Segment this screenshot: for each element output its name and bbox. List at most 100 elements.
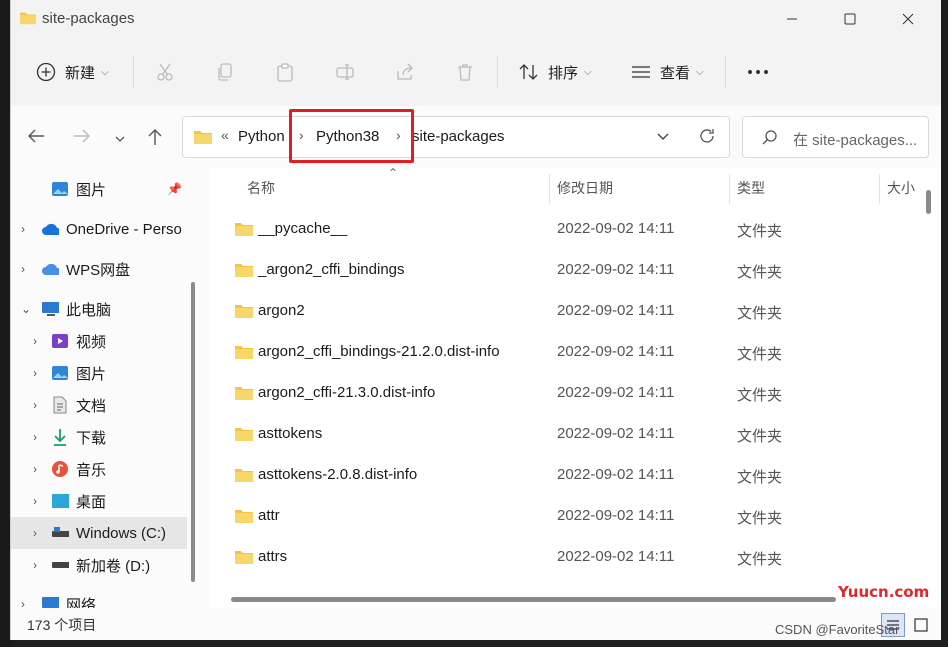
drive-d-icon: [51, 556, 69, 574]
new-button[interactable]: 新建 ⌵: [35, 38, 109, 106]
drive-c-icon: [51, 524, 69, 542]
view-label: 查看: [660, 64, 691, 82]
file-row[interactable]: argon2_cffi-21.3.0.dist-info 2022-09-02 1…: [209, 373, 925, 413]
file-row[interactable]: argon2 2022-09-02 14:11 文件夹: [209, 291, 925, 331]
chevron-right-icon[interactable]: ›: [33, 334, 37, 348]
forward-button[interactable]: [73, 128, 91, 149]
chevron-right-icon[interactable]: ›: [33, 398, 37, 412]
sidebar-item-network[interactable]: › 网络: [11, 588, 187, 609]
file-list-vertical-scrollbar[interactable]: [926, 190, 931, 214]
view-button[interactable]: 查看 ⌵: [630, 38, 704, 106]
sidebar-item-music[interactable]: › 音乐: [11, 453, 187, 485]
sidebar-item-desktop[interactable]: › 桌面: [11, 485, 187, 517]
sort-ascending-icon: ⌃: [388, 166, 399, 180]
navigation-pane: 图片 📌 › OneDrive - Perso › WPS网盘 ⌄ 此电脑 › …: [11, 168, 187, 608]
sidebar-item-pictures-pinned[interactable]: 图片 📌: [11, 173, 187, 205]
file-name: __pycache__: [258, 220, 348, 237]
refresh-button[interactable]: [698, 127, 716, 148]
tiles-view-icon: [914, 618, 928, 632]
folder-icon: [235, 223, 253, 236]
column-divider[interactable]: [549, 174, 550, 204]
column-header-date[interactable]: 修改日期: [557, 178, 613, 198]
file-explorer-window: site-packages 新建 ⌵ 排序 ⌵ 查看 ⌵ « Python › …: [10, 0, 941, 640]
cut-button[interactable]: [154, 38, 176, 106]
documents-icon: [51, 396, 69, 414]
file-type: 文件夹: [737, 223, 783, 240]
search-box[interactable]: 在 site-packages...: [742, 116, 929, 158]
file-row[interactable]: argon2_cffi_bindings-21.2.0.dist-info 202…: [209, 332, 925, 372]
pin-icon[interactable]: 📌: [167, 182, 182, 196]
file-row[interactable]: __pycache__ 2022-09-02 14:11 文件夹: [209, 209, 925, 249]
minimize-button[interactable]: [763, 0, 821, 38]
file-date: 2022-09-02 14:11: [557, 466, 675, 483]
chevron-down-icon[interactable]: ⌄: [21, 302, 31, 316]
sidebar-item-wps-cloud[interactable]: › WPS网盘: [11, 253, 187, 285]
sort-label: 排序: [548, 64, 579, 82]
column-header-size[interactable]: 大小: [887, 178, 915, 198]
sidebar-item-drive-d[interactable]: › 新加卷 (D:): [11, 549, 187, 581]
file-row[interactable]: attrs 2022-09-02 14:11 文件夹: [209, 537, 925, 577]
share-button[interactable]: [394, 38, 416, 106]
list-view-icon: [630, 61, 652, 83]
close-button[interactable]: [879, 0, 937, 38]
file-name: argon2: [258, 302, 305, 319]
maximize-button[interactable]: [821, 0, 879, 38]
chevron-right-icon[interactable]: ›: [33, 526, 37, 540]
column-divider[interactable]: [729, 174, 730, 204]
sidebar-item-onedrive[interactable]: › OneDrive - Perso: [11, 213, 187, 245]
onedrive-icon: [41, 220, 59, 238]
sidebar-item-documents[interactable]: › 文档: [11, 389, 187, 421]
folder-icon: [235, 387, 253, 400]
chevron-right-icon[interactable]: ›: [33, 366, 37, 380]
column-header-name[interactable]: 名称: [247, 178, 275, 198]
column-header-type[interactable]: 类型: [737, 178, 765, 198]
file-list-horizontal-scrollbar[interactable]: [231, 597, 836, 602]
sort-button[interactable]: 排序 ⌵: [518, 38, 592, 106]
refresh-icon: [700, 129, 714, 143]
toolbar-divider: [497, 56, 498, 88]
videos-icon: [51, 332, 69, 350]
file-date: 2022-09-02 14:11: [557, 220, 675, 237]
sidebar-item-videos[interactable]: › 视频: [11, 325, 187, 357]
delete-button[interactable]: [454, 38, 476, 106]
chevron-right-icon[interactable]: ›: [33, 462, 37, 476]
file-row[interactable]: _argon2_cffi_bindings 2022-09-02 14:11 文件夹: [209, 250, 925, 290]
sidebar-item-this-pc[interactable]: ⌄ 此电脑: [11, 293, 187, 325]
item-count: 173 个项目: [27, 617, 97, 633]
file-type: 文件夹: [737, 510, 783, 527]
sidebar-item-downloads[interactable]: › 下载: [11, 421, 187, 453]
file-row[interactable]: asttokens-2.0.8.dist-info 2022-09-02 14:1…: [209, 455, 925, 495]
more-options-button[interactable]: [747, 38, 769, 106]
file-date: 2022-09-02 14:11: [557, 384, 675, 401]
rename-button[interactable]: [334, 38, 356, 106]
folder-icon: [194, 131, 212, 144]
chevron-right-icon[interactable]: ›: [21, 597, 25, 608]
recent-locations-button[interactable]: [114, 129, 126, 150]
sidebar-item-drive-c[interactable]: › Windows (C:): [11, 517, 187, 549]
chevron-right-icon[interactable]: ›: [21, 222, 25, 236]
tiles-view-button[interactable]: [909, 613, 933, 637]
overflow-chevron-icon[interactable]: «: [221, 127, 229, 143]
breadcrumb-python[interactable]: Python: [238, 128, 285, 145]
breadcrumb-site-packages[interactable]: site-packages: [412, 128, 505, 145]
chevron-right-icon[interactable]: ›: [33, 430, 37, 444]
column-divider[interactable]: [879, 174, 880, 204]
address-bar[interactable]: « Python › Python38 › site-packages: [182, 116, 730, 158]
chevron-right-icon[interactable]: ›: [21, 262, 25, 276]
sidebar-item-pictures[interactable]: › 图片: [11, 357, 187, 389]
file-name: attr: [258, 507, 280, 524]
up-button[interactable]: [147, 128, 163, 151]
file-type: 文件夹: [737, 346, 783, 363]
chevron-right-icon[interactable]: ›: [33, 558, 37, 572]
file-type: 文件夹: [737, 428, 783, 445]
paste-button[interactable]: [274, 38, 296, 106]
sidebar-scrollbar[interactable]: [191, 282, 195, 582]
annotation-highlight-box: [289, 109, 414, 163]
address-history-button[interactable]: [656, 130, 670, 147]
copy-button[interactable]: [214, 38, 236, 106]
file-row[interactable]: attr 2022-09-02 14:11 文件夹: [209, 496, 925, 536]
file-name: asttokens: [258, 425, 323, 442]
chevron-right-icon[interactable]: ›: [33, 494, 37, 508]
file-row[interactable]: asttokens 2022-09-02 14:11 文件夹: [209, 414, 925, 454]
back-button[interactable]: [27, 128, 45, 149]
